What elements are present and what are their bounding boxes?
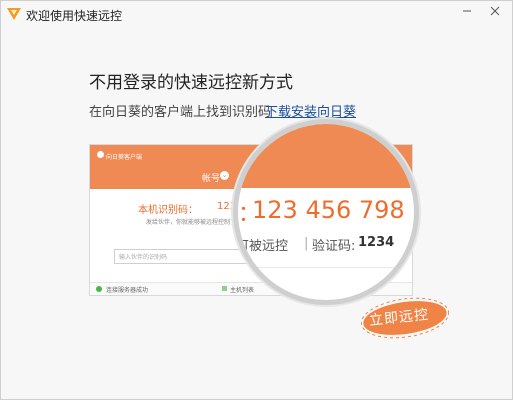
magnifier-id-value: 123 456 798 <box>252 196 405 224</box>
window-title: 欢迎使用快速远控 <box>26 9 123 23</box>
app-logo-icon <box>7 8 21 20</box>
magnifier-separator: | <box>304 236 309 251</box>
illustration-status-text: 连接服务器成功 <box>106 287 149 294</box>
host-list-icon <box>222 286 227 291</box>
magnifier-permission: 可被远控 <box>236 239 289 254</box>
status-dot-icon <box>96 286 102 292</box>
window: 欢迎使用快速远控 不用登录的快速远控新方式 在向日葵的客户端上找到识别码 下载安… <box>0 0 513 400</box>
magnifier-header <box>238 124 414 188</box>
illustration-app-title: 向日葵客户端 <box>106 154 143 161</box>
magnifier-divider <box>238 267 414 268</box>
magnifier-code-value: 1234 <box>358 235 395 250</box>
sunflower-icon <box>97 151 104 158</box>
illustration-tip: 发给伙伴，你就能够被远程控制了 <box>146 219 237 226</box>
subline: 在向日葵的客户端上找到识别码 <box>89 105 272 120</box>
title-bar: 欢迎使用快速远控 <box>1 1 512 29</box>
download-link[interactable]: 下载安装向日葵 <box>265 101 356 120</box>
minimize-icon <box>463 10 471 12</box>
close-icon <box>490 6 500 16</box>
illustration-status-text2: 主机列表 <box>230 287 255 294</box>
headline: 不用登录的快速远控新方式 <box>89 73 293 93</box>
illustration-id-label: 本机识别码： <box>138 205 198 216</box>
magnifier-code-label: 验证码: <box>312 239 356 254</box>
magnifier: ： 123 456 798 可被远控 | 验证码: 1234 <box>233 119 419 305</box>
chevron-down-icon: ⌄ <box>220 171 229 180</box>
minimize-button[interactable] <box>453 1 481 21</box>
illustration-account-label: 帐号 <box>202 174 221 184</box>
close-button[interactable] <box>481 1 509 21</box>
